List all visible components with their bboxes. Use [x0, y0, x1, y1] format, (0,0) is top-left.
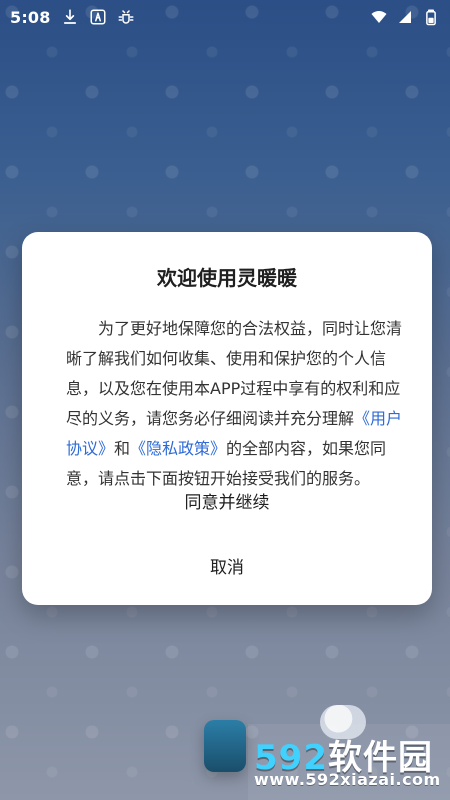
agree-continue-button[interactable]: 同意并继续: [22, 488, 432, 513]
welcome-dialog: 欢迎使用灵暖暖 为了更好地保障您的合法权益，同时让您清晰了解我们如何收集、使用和…: [22, 232, 432, 605]
status-bar: 5:08: [0, 0, 450, 34]
watermark-url: www.592xiazai.com: [254, 770, 441, 789]
app-thumbnail: [204, 720, 246, 772]
dialog-body-text-1: 为了更好地保障您的合法权益，同时让您清晰了解我们如何收集、使用和保护您的个人信息…: [66, 319, 403, 428]
dialog-body: 为了更好地保障您的合法权益，同时让您清晰了解我们如何收集、使用和保护您的个人信息…: [66, 314, 412, 494]
status-time: 5:08: [10, 7, 51, 27]
dialog-body-and: 和: [114, 439, 131, 458]
cancel-button[interactable]: 取消: [22, 553, 432, 578]
wifi-icon: [370, 8, 388, 26]
status-left: 5:08: [10, 8, 135, 27]
dialog-title: 欢迎使用灵暖暖: [157, 266, 297, 290]
signal-icon: [396, 8, 414, 26]
a-icon: [89, 8, 107, 26]
bug-icon: [117, 8, 135, 26]
status-right: [370, 8, 440, 26]
privacy-policy-link[interactable]: 《隐私政策》: [130, 439, 226, 458]
watermark: 592软件园 www.592xiazai.com: [248, 724, 450, 800]
battery-icon: [422, 8, 440, 26]
download-icon: [61, 8, 79, 26]
